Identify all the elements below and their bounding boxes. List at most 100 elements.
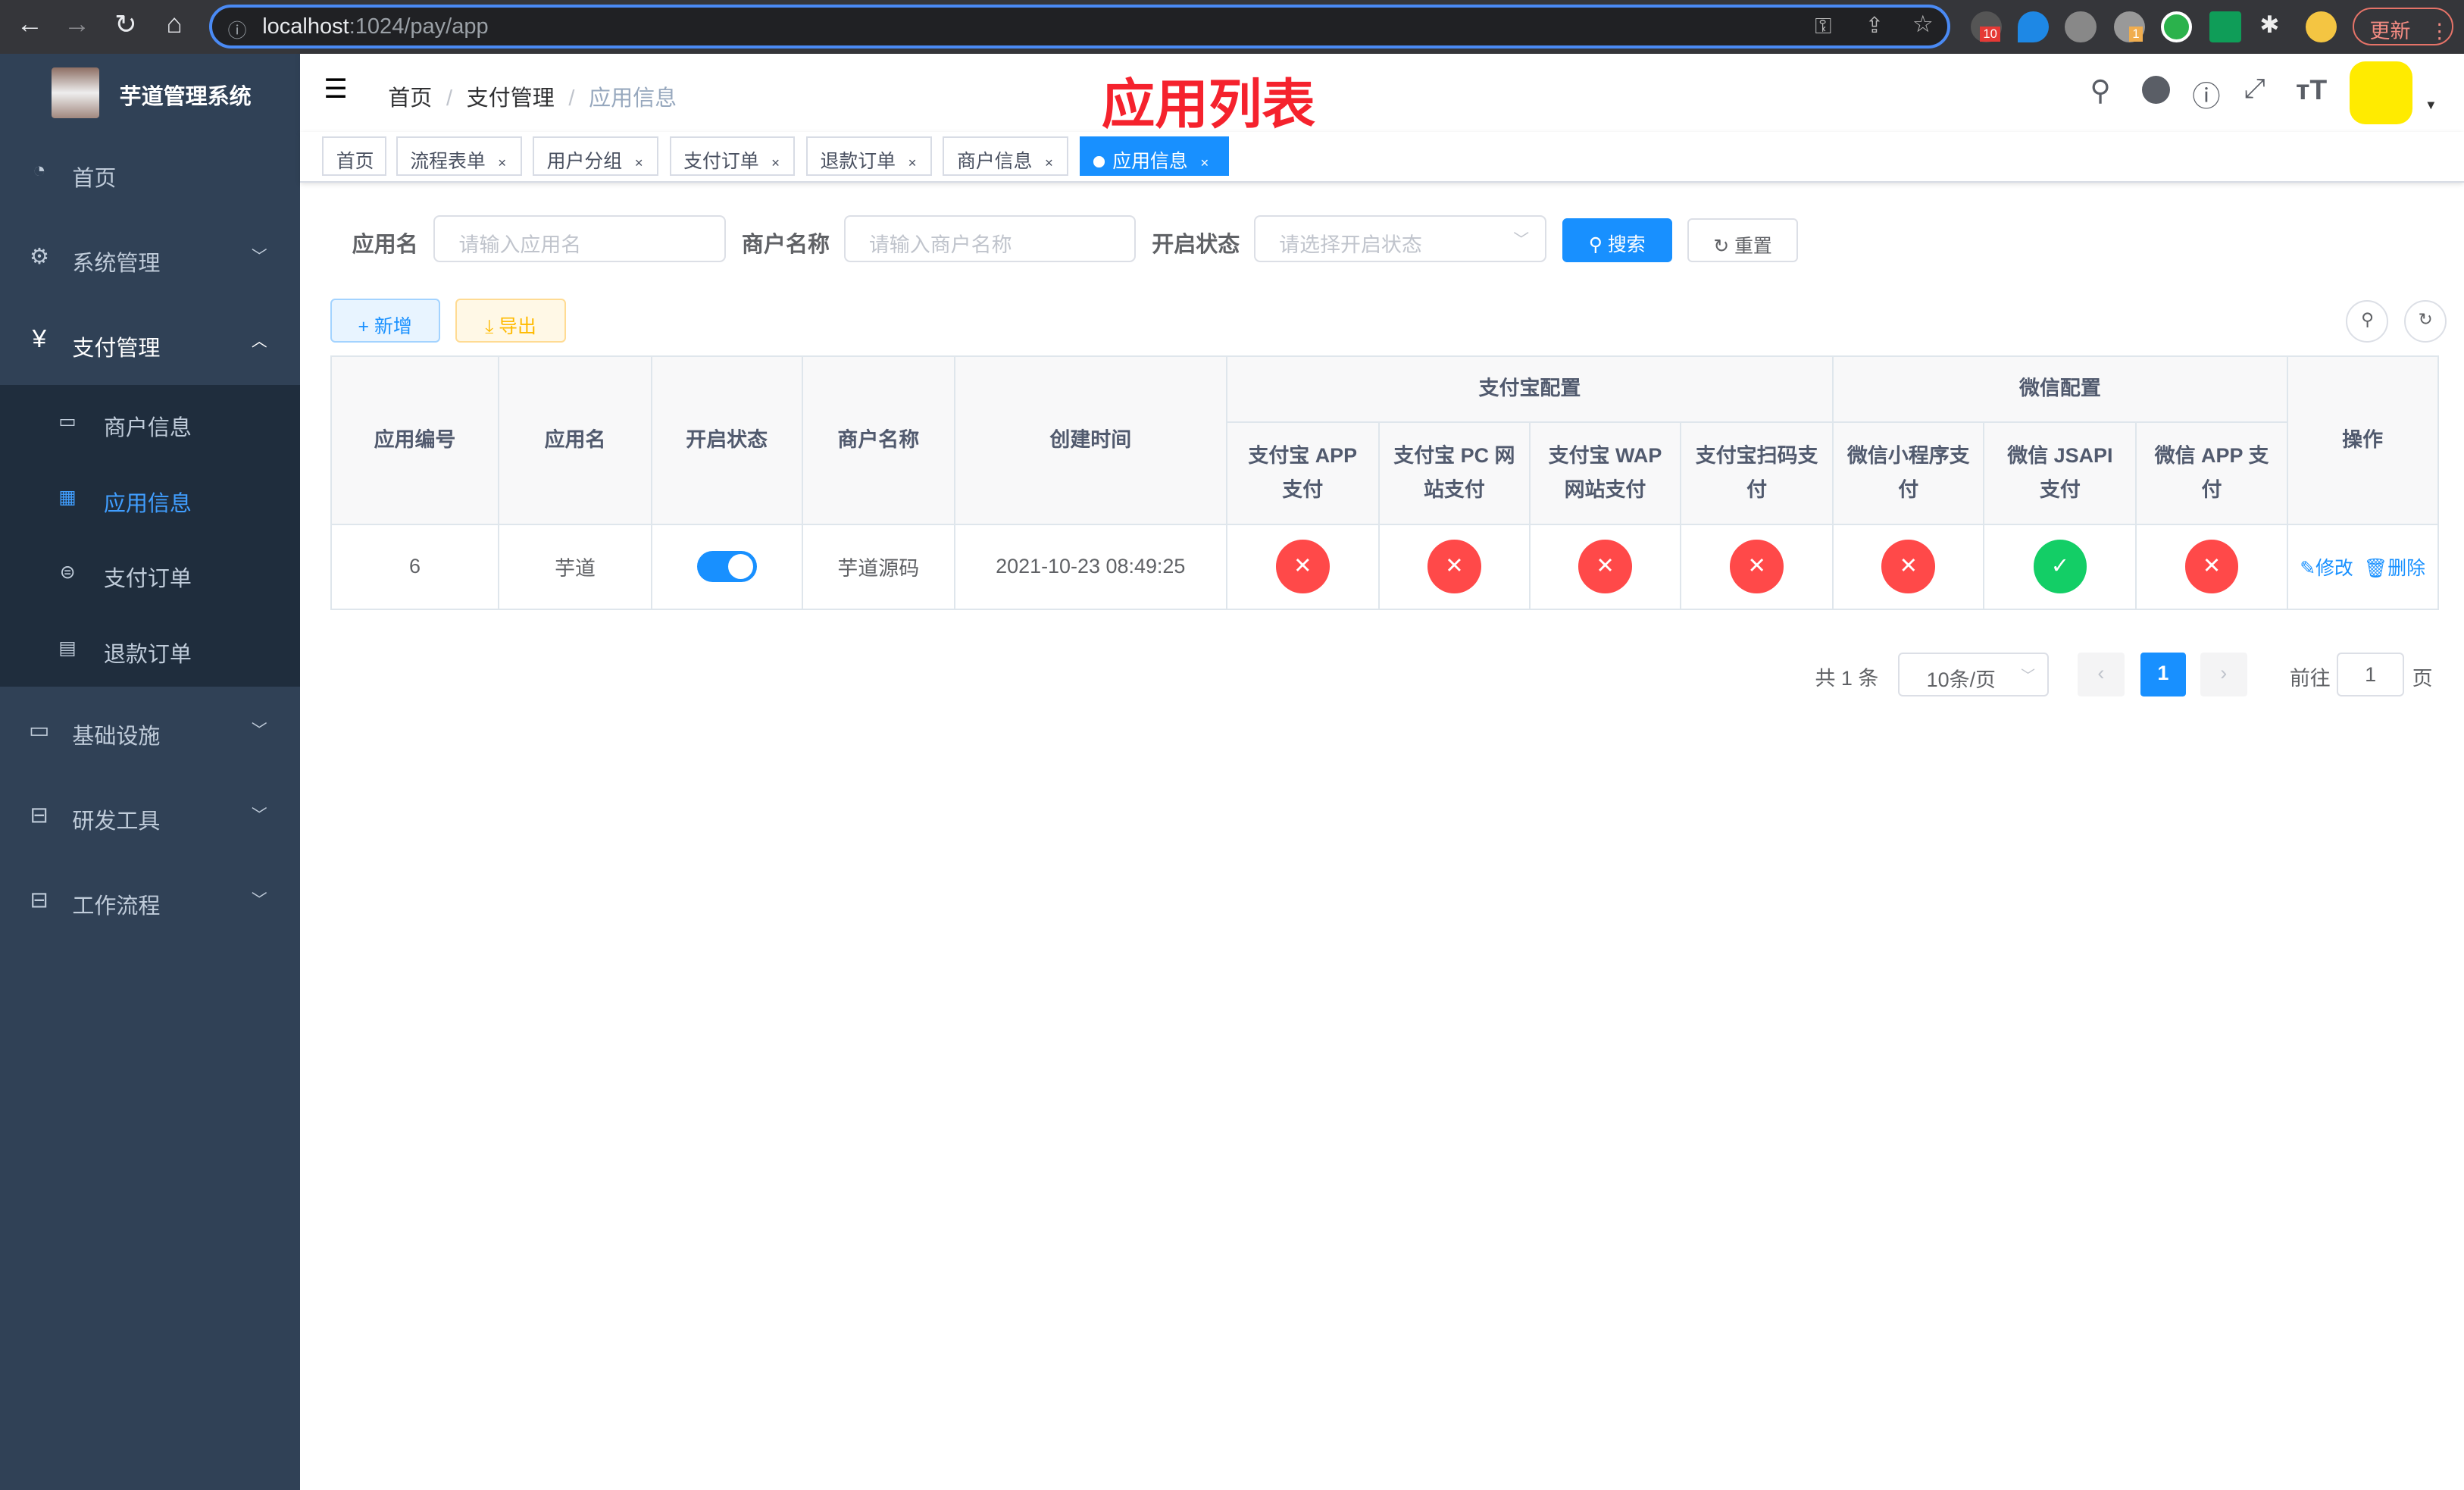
profile-avatar[interactable] [2305,11,2337,42]
tag-0[interactable]: 首页 [322,136,387,177]
close-icon[interactable]: × [635,155,643,171]
y-extension-icon[interactable] [2160,11,2193,42]
sidebar-item-app[interactable]: ▦ 应用信息 [0,461,300,537]
sidebar-item-tools[interactable]: ⊟ 研发工具 ﹀ [0,775,300,859]
tag-6[interactable]: 应用信息 × [1079,136,1229,177]
sidebar-item-order[interactable]: ⊜ 支付订单 [0,536,300,612]
sidebar-item-pay[interactable]: ¥ 支付管理 ︿ [0,302,300,387]
share-icon[interactable]: ⇪ [1865,12,1884,39]
cell-channel: ✕ [1680,523,1834,610]
close-icon[interactable]: ✕ [2184,540,2239,593]
caret-down-icon[interactable]: ▼ [2425,98,2437,113]
tag-4[interactable]: 退款订单 × [805,136,932,177]
fullscreen-icon[interactable]: ⤢ [2244,74,2265,105]
sidebar-item-infra[interactable]: ▭ 基础设施 ﹀ [0,690,300,775]
bookmark-star-icon[interactable]: ☆ [1912,11,1934,38]
toggle-search-button[interactable]: ⚲ [2346,300,2389,343]
close-icon[interactable]: ✕ [1730,540,1784,593]
close-icon[interactable]: × [498,155,506,171]
close-icon[interactable]: × [771,155,780,171]
reload-icon[interactable]: ↻ [110,9,141,40]
cell-actions: ✎修改 🗑删除 [2286,523,2439,610]
tag-label: 首页 [336,150,374,172]
sidebar-item-workflow[interactable]: ⊟ 工作流程 ﹀ [0,859,300,944]
chat-extension-icon[interactable] [2209,11,2241,42]
breadcrumb-home[interactable]: 首页 [388,86,432,111]
tag-1[interactable]: 流程表单 × [396,136,522,177]
merchant-name-input[interactable]: 请输入商户名称 [843,215,1137,263]
puzzle-icon[interactable]: ✱ [2259,11,2279,39]
chevron-left-icon: ‹ [2097,662,2105,685]
sidebar-item-home[interactable]: ◔ 首页 [0,132,300,217]
close-icon[interactable]: ✕ [1427,540,1481,593]
info-icon[interactable]: ⓘ [228,16,247,43]
status-select[interactable]: 请选择开启状态 ﹀ [1254,215,1546,263]
close-icon[interactable]: × [908,155,917,171]
avatar[interactable] [2349,61,2412,124]
check-icon[interactable]: ✓ [2033,540,2087,593]
total-count: 共 1 条 [1815,667,1879,690]
circle-extension-icon[interactable]: 1 [2113,11,2145,42]
dashboard-icon: ◔ [33,158,46,183]
next-page-button[interactable]: › [2200,652,2247,696]
cell-channel: ✕ [2135,523,2288,610]
header-alipay-3: 支付宝扫码支付 [1680,421,1834,525]
close-icon[interactable]: ✕ [1578,540,1632,593]
add-button[interactable]: + 新增 [330,299,440,343]
back-icon[interactable]: ← [14,9,45,39]
page-size-select[interactable]: 10条/页 ﹀ [1898,652,2050,696]
font-size-icon[interactable]: ᴛT [2296,74,2327,106]
browser-toolbar: ← → ↻ ⌂ ⓘ localhost:1024/pay/app ⚿ ⇪ ☆ 1… [0,0,2464,54]
extension-badge: 1 [2129,27,2143,42]
export-button[interactable]: ⤓ 导出 [455,299,566,343]
edit-button[interactable]: ✎修改 [2300,558,2353,579]
app-name-input[interactable]: 请输入应用名 [433,215,727,263]
key-icon[interactable]: ⚿ [1815,14,1831,39]
status-toggle[interactable] [696,550,757,583]
header-merchant: 商户名称 [801,355,955,525]
extension-icon[interactable]: 10 [1970,11,2003,42]
tag-5[interactable]: 商户信息 × [943,136,1069,177]
home-icon[interactable]: ⌂ [158,9,189,39]
reset-button[interactable]: ↻ 重置 [1687,218,1798,263]
chevron-down-icon: ﹀ [1513,230,1530,249]
header-created: 创建时间 [953,355,1227,525]
address-bar[interactable]: ⓘ localhost:1024/pay/app ⚿ ⇪ ☆ [208,5,1950,49]
sidebar-item-refund[interactable]: ▤ 退款订单 [0,612,300,687]
sidebar-item-merchant[interactable]: ▭ 商户信息 [0,385,300,461]
breadcrumb-pay[interactable]: 支付管理 [467,86,555,111]
close-icon[interactable]: ✕ [1276,540,1330,593]
close-icon[interactable]: × [1045,155,1053,171]
close-icon[interactable]: × [1200,155,1209,171]
page-1-button[interactable]: 1 [2140,652,2186,696]
tag-2[interactable]: 用户分组 × [533,136,658,177]
help-icon[interactable]: ⓘ [2192,74,2220,114]
cell-channel: ✕ [1528,523,1682,610]
submenu-pay: ▭ 商户信息 ▦ 应用信息 ⊜ 支付订单 ▤ 退款订单 [0,385,301,687]
cell-id: 6 [330,523,500,610]
header-alipay-group: 支付宝配置 [1225,355,1834,423]
grid-icon: ▦ [58,486,77,508]
forward-icon[interactable]: → [61,9,92,39]
tag-label: 支付订单 [683,150,759,172]
search-button[interactable]: ⚲ 搜索 [1562,218,1672,263]
header-wechat-0: 微信小程序支付 [1832,421,1985,525]
command-extension-icon[interactable] [2065,11,2097,42]
hamburger-icon[interactable]: ☰ [324,74,348,105]
header-wechat-2: 微信 APP 支付 [2135,421,2288,525]
tag-label: 应用信息 [1112,150,1188,172]
active-dot-icon [1093,156,1105,167]
plus-icon: + [358,315,374,337]
goto-page-input[interactable]: 1 [2337,652,2405,696]
prev-page-button[interactable]: ‹ [2077,652,2125,696]
sidebar-item-system[interactable]: ⚙ 系统管理 ﹀ [0,217,300,302]
delete-button[interactable]: 🗑删除 [2364,558,2425,579]
close-icon[interactable]: ✕ [1881,540,1935,593]
diamond-extension-icon[interactable] [2018,11,2050,42]
update-button[interactable]: 更新 ⋮ [2352,8,2453,46]
tag-3[interactable]: 支付订单 × [669,136,796,177]
refresh-button[interactable]: ↻ [2404,300,2447,343]
page-annotation: 应用列表 [1101,74,1315,134]
github-icon[interactable] [2141,75,2171,104]
search-icon[interactable]: ⚲ [2090,74,2110,107]
